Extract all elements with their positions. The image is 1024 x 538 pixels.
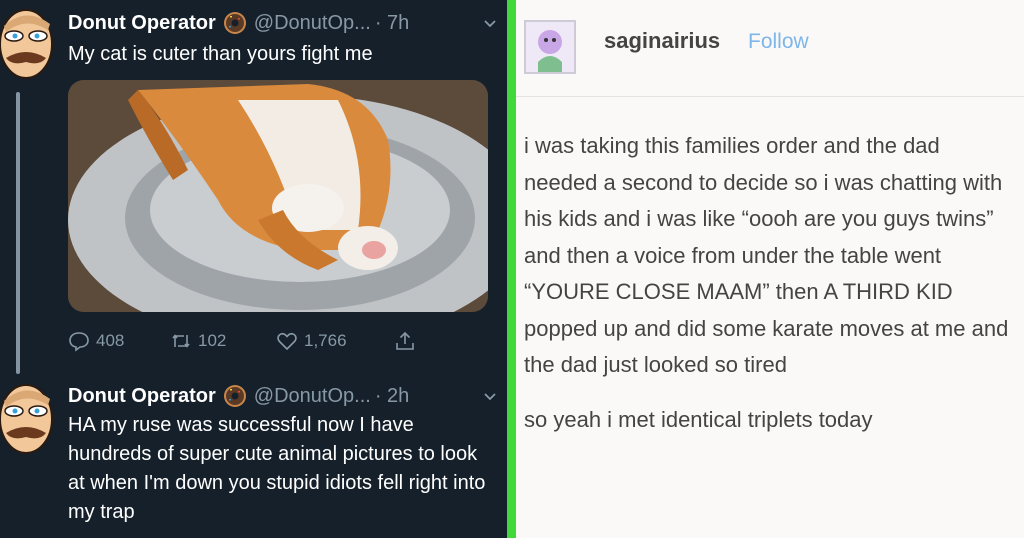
donut-emoji-icon <box>223 12 246 34</box>
avatar[interactable] <box>0 383 58 455</box>
twitter-panel: Donut Operator @DonutOp... · 7h My cat i… <box>0 0 507 538</box>
thread-connector <box>16 92 20 374</box>
tweet-text: My cat is cuter than yours fight me <box>68 43 373 65</box>
retweet-count: 102 <box>198 331 227 350</box>
username[interactable]: saginairius <box>604 28 720 54</box>
divider <box>507 0 516 538</box>
chevron-down-icon[interactable] <box>483 389 497 403</box>
tweet-actions: 408 102 1,766 <box>68 327 448 355</box>
tweet-text: HA my ruse was successful now I have hun… <box>68 414 486 523</box>
post-paragraph: i was taking this families order and the… <box>524 133 1009 377</box>
post-paragraph: so yeah i met identical triplets today <box>524 406 873 432</box>
display-name[interactable]: Donut Operator <box>68 12 216 35</box>
chevron-down-icon[interactable] <box>483 16 497 30</box>
reply-button[interactable]: 408 <box>68 330 158 352</box>
retweet-button[interactable]: 102 <box>170 330 270 352</box>
like-button[interactable]: 1,766 <box>276 330 386 352</box>
share-icon <box>396 331 414 350</box>
cat-photo <box>68 80 488 312</box>
reply-count: 408 <box>96 331 125 350</box>
avatar[interactable] <box>524 20 576 74</box>
tweet-image[interactable] <box>68 80 488 312</box>
tweet-header: Donut Operator @DonutOp... · 2h <box>68 383 409 409</box>
tweet-header: Donut Operator @DonutOp... · 7h <box>68 10 409 36</box>
like-count: 1,766 <box>304 331 347 350</box>
reply-icon <box>69 332 89 352</box>
heart-icon <box>277 333 297 351</box>
handle[interactable]: @DonutOp... <box>254 385 371 408</box>
donut-emoji-icon <box>223 385 246 407</box>
post-body: i was taking this families order and the… <box>524 128 1014 438</box>
handle[interactable]: @DonutOp... <box>254 12 371 35</box>
share-button[interactable] <box>394 330 416 352</box>
post-header: saginairius Follow <box>516 0 1024 97</box>
tumblr-panel: saginairius Follow i was taking this fam… <box>516 0 1024 538</box>
timestamp[interactable]: · 7h <box>375 12 409 35</box>
retweet-icon <box>172 334 190 348</box>
follow-button[interactable]: Follow <box>748 30 809 54</box>
avatar[interactable] <box>0 8 58 80</box>
timestamp[interactable]: · 2h <box>375 385 409 408</box>
display-name[interactable]: Donut Operator <box>68 385 216 408</box>
